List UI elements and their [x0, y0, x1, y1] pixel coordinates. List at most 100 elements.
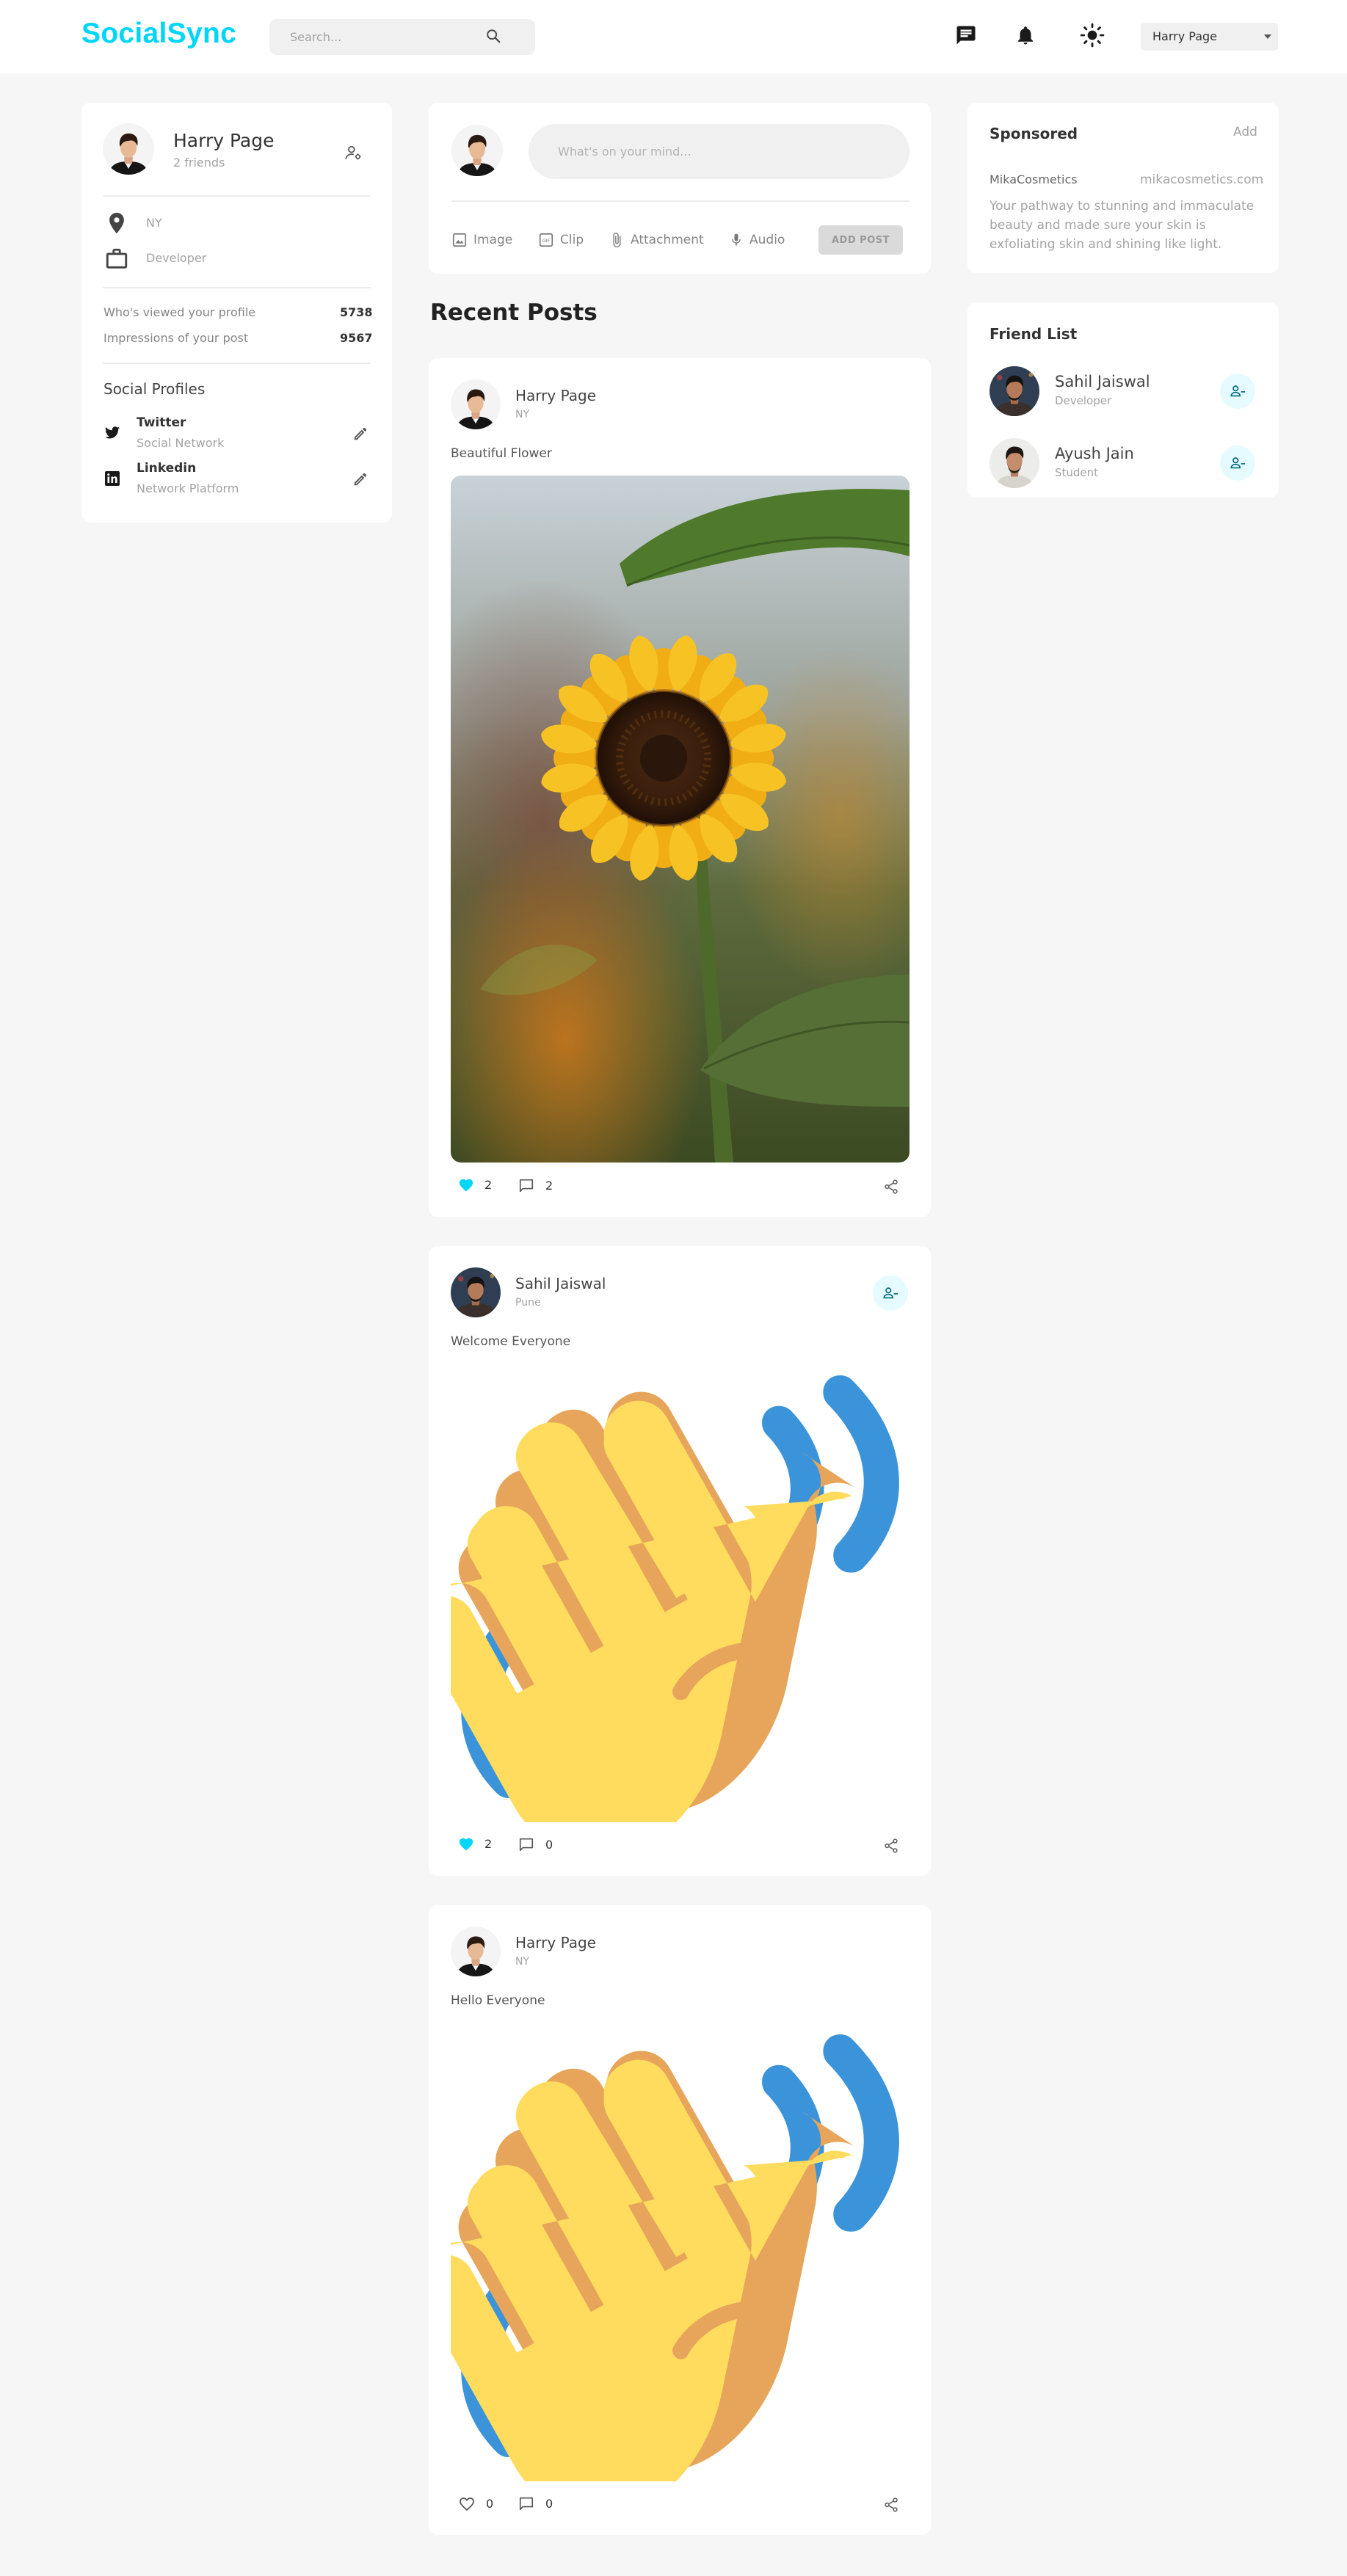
image-icon	[452, 233, 467, 247]
linkedin-icon	[105, 471, 120, 486]
user-dropdown[interactable]: Harry Page	[1141, 23, 1278, 51]
heart-outline-icon	[460, 2497, 474, 2511]
tool-clip-button[interactable]: GIF Clip	[538, 229, 584, 251]
tool-attachment-button[interactable]: Attachment	[609, 229, 704, 251]
comment-icon	[519, 1838, 534, 1852]
sponsored-add-link[interactable]: Add	[1233, 125, 1257, 139]
recent-posts-heading: Recent Posts	[430, 299, 598, 326]
tool-image-button[interactable]: Image	[451, 229, 512, 251]
person-add-icon	[883, 1287, 898, 1299]
person-add-icon	[1230, 385, 1246, 397]
add-friend-button[interactable]	[1220, 445, 1255, 481]
post-author-avatar[interactable]	[451, 379, 501, 429]
post-author-name[interactable]: Harry Page	[515, 387, 596, 404]
chevron-down-icon	[1264, 34, 1271, 39]
post-author-name[interactable]: Harry Page	[515, 1934, 596, 1951]
add-post-button[interactable]: ADD POST	[818, 225, 903, 255]
edit-linkedin-icon[interactable]	[352, 471, 368, 487]
comment-icon	[519, 2497, 534, 2511]
post-text: Welcome Everyone	[451, 1334, 571, 1349]
sponsor-name[interactable]: MikaCosmetics	[990, 172, 1078, 186]
friend-role: Developer	[1055, 394, 1112, 407]
sponsor-url[interactable]: mikacosmetics.com	[1140, 172, 1263, 187]
heart-filled-icon	[459, 1179, 473, 1192]
divider	[103, 195, 371, 197]
friend-list-title: Friend List	[990, 325, 1078, 343]
edit-twitter-icon[interactable]	[352, 426, 368, 442]
comment-icon	[519, 1179, 534, 1193]
share-icon[interactable]	[883, 1838, 899, 1854]
light-mode-icon[interactable]	[1079, 22, 1105, 48]
comment-button[interactable]: 2	[518, 1177, 553, 1193]
profile-friends-count: 2 friends	[173, 156, 225, 170]
like-button[interactable]: 2	[458, 1836, 492, 1851]
paperclip-icon	[613, 232, 621, 248]
post-author-avatar[interactable]	[451, 1267, 501, 1317]
tool-clip-label: Clip	[560, 233, 584, 247]
profile-views-label: Who's viewed your profile	[104, 305, 256, 319]
composer-avatar	[451, 125, 503, 176]
like-button[interactable]: 2	[458, 1177, 492, 1192]
profile-avatar[interactable]	[103, 123, 154, 175]
social-profiles-title: Social Profiles	[104, 380, 206, 398]
post-image-waving-hand[interactable]	[451, 1364, 910, 1822]
profile-name[interactable]: Harry Page	[173, 130, 275, 151]
post-author-avatar[interactable]	[451, 1926, 501, 1976]
manage-account-icon[interactable]	[344, 143, 363, 162]
post-text: Hello Everyone	[451, 1993, 545, 2008]
sponsor-description: Your pathway to stunning and immaculate …	[990, 199, 1255, 252]
friend-name[interactable]: Ayush Jain	[1055, 445, 1134, 462]
comment-button[interactable]: 0	[518, 1836, 553, 1852]
tool-audio-button[interactable]: Audio	[729, 229, 785, 251]
post-author-name[interactable]: Sahil Jaiswal	[515, 1275, 606, 1292]
post-image-sunflower[interactable]	[451, 476, 910, 1163]
search-icon[interactable]	[485, 28, 501, 44]
divider	[103, 287, 371, 288]
comment-count: 0	[545, 2496, 553, 2511]
tool-attachment-label: Attachment	[631, 233, 704, 247]
top-navbar: SocialSync Harry Page	[0, 0, 1347, 73]
like-count: 2	[484, 1836, 493, 1851]
app-logo[interactable]: SocialSync	[81, 18, 236, 50]
share-icon[interactable]	[883, 1179, 899, 1195]
like-count: 2	[484, 1177, 493, 1192]
share-icon[interactable]	[883, 2497, 899, 2513]
like-count: 0	[486, 2496, 494, 2511]
search-input[interactable]	[290, 19, 495, 55]
notifications-icon[interactable]	[1012, 22, 1039, 48]
like-button[interactable]: 0	[458, 2495, 493, 2511]
twitter-name[interactable]: Twitter	[137, 415, 186, 430]
friend-role: Student	[1055, 466, 1099, 479]
friend-avatar[interactable]	[990, 366, 1039, 416]
divider	[451, 200, 910, 202]
add-friend-button[interactable]	[873, 1276, 908, 1311]
linkedin-name[interactable]: Linkedin	[137, 461, 196, 476]
person-add-icon	[1230, 457, 1246, 469]
post-image-waving-hand[interactable]	[451, 2023, 910, 2481]
comment-count: 2	[545, 1178, 553, 1193]
twitter-icon	[104, 426, 120, 439]
tool-image-label: Image	[473, 233, 513, 247]
post-author-location: Pune	[515, 1297, 541, 1309]
comment-count: 0	[545, 1837, 553, 1852]
friend-name[interactable]: Sahil Jaiswal	[1055, 373, 1150, 390]
tool-audio-label: Audio	[749, 233, 785, 247]
post-input[interactable]	[529, 124, 910, 179]
linkedin-sub: Network Platform	[137, 481, 239, 495]
microphone-icon	[732, 233, 741, 246]
comment-button[interactable]: 0	[518, 2495, 553, 2511]
profile-location: NY	[146, 216, 162, 230]
divider	[103, 363, 371, 364]
post-author-location: NY	[515, 1956, 530, 1968]
add-friend-button[interactable]	[1220, 374, 1255, 409]
friend-avatar[interactable]	[990, 438, 1039, 488]
user-dropdown-label: Harry Page	[1152, 29, 1217, 43]
location-icon	[109, 212, 124, 234]
profile-occupation: Developer	[146, 251, 207, 265]
svg-text:GIF: GIF	[542, 238, 551, 244]
message-icon[interactable]	[953, 22, 979, 48]
post-author-location: NY	[515, 409, 530, 421]
sponsored-title: Sponsored	[990, 125, 1078, 142]
work-icon	[106, 248, 128, 269]
heart-filled-icon	[459, 1838, 473, 1851]
